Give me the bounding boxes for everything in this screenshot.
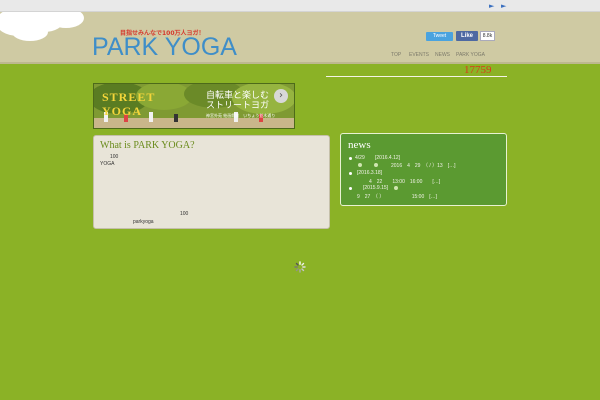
banner-location: 神宮外苑 絵画館前 いちょう並木通り	[206, 113, 276, 118]
tweet-button[interactable]: Tweet	[426, 32, 453, 41]
divider	[326, 76, 507, 77]
about-panel: What is PARK YOGA? 100 YOGA 100 parkyoga	[93, 135, 330, 229]
bullet-icon	[349, 157, 352, 160]
news-item-detail: 2016 4 29 （ / ）13 […]	[391, 163, 456, 169]
top-strip: ► ►	[0, 0, 600, 12]
site-header: 目指せみんなで100万人ヨガ！ PARK YOGA Tweet Like 8.8…	[0, 12, 600, 64]
play-icon[interactable]: ►	[501, 2, 506, 10]
news-title: news	[348, 139, 371, 151]
news-item-link[interactable]: [2016.4.12]	[375, 155, 400, 161]
like-button[interactable]: Like	[456, 31, 478, 41]
about-text-1: 100	[110, 154, 119, 160]
nav-top[interactable]: TOP	[391, 52, 401, 58]
banner-subtitle-1: 自転車と楽しむ	[206, 91, 270, 101]
banner-title-yoga: YOGA	[102, 104, 142, 118]
about-text-2: YOGA	[100, 161, 115, 167]
banner-subtitle-2: ストリートヨガ	[206, 101, 270, 111]
circle-icon	[394, 186, 398, 190]
circle-icon	[358, 163, 362, 167]
banner-title-street: STREET	[102, 90, 156, 104]
bullet-icon	[349, 172, 352, 175]
visitor-counter: 17759	[464, 64, 492, 76]
cloud-icon	[0, 12, 84, 41]
arrow-right-icon[interactable]: ›	[274, 89, 288, 103]
bullet-icon	[349, 187, 352, 190]
news-item-link[interactable]: [2016.3.18]	[357, 170, 382, 176]
loading-spinner-icon	[294, 261, 306, 273]
like-count: 8.8k	[480, 31, 495, 41]
about-text-4: parkyoga	[133, 219, 154, 225]
play-icon[interactable]: ►	[489, 2, 494, 10]
news-panel: news 4/29 [2016.4.12] 2016 4 29 （ / ）13 …	[340, 133, 507, 206]
site-logo[interactable]: PARK YOGA	[92, 34, 237, 60]
news-item-detail: 9 27 （ ） 15:00 […]	[357, 194, 438, 200]
news-item-link[interactable]: [2015.9.15]	[363, 185, 388, 191]
circle-icon	[374, 163, 378, 167]
news-item-date: 4/29	[355, 155, 365, 161]
about-text-3: 100	[180, 211, 189, 217]
about-title: What is PARK YOGA?	[100, 140, 195, 151]
street-yoga-banner[interactable]: STREET YOGA 自転車と楽しむ ストリートヨガ 神宮外苑 絵画館前 いち…	[93, 83, 295, 129]
nav-news[interactable]: NEWS	[435, 52, 450, 58]
nav-events[interactable]: EVENTS	[409, 52, 429, 58]
nav-park-yoga[interactable]: PARK YOGA	[456, 52, 485, 58]
